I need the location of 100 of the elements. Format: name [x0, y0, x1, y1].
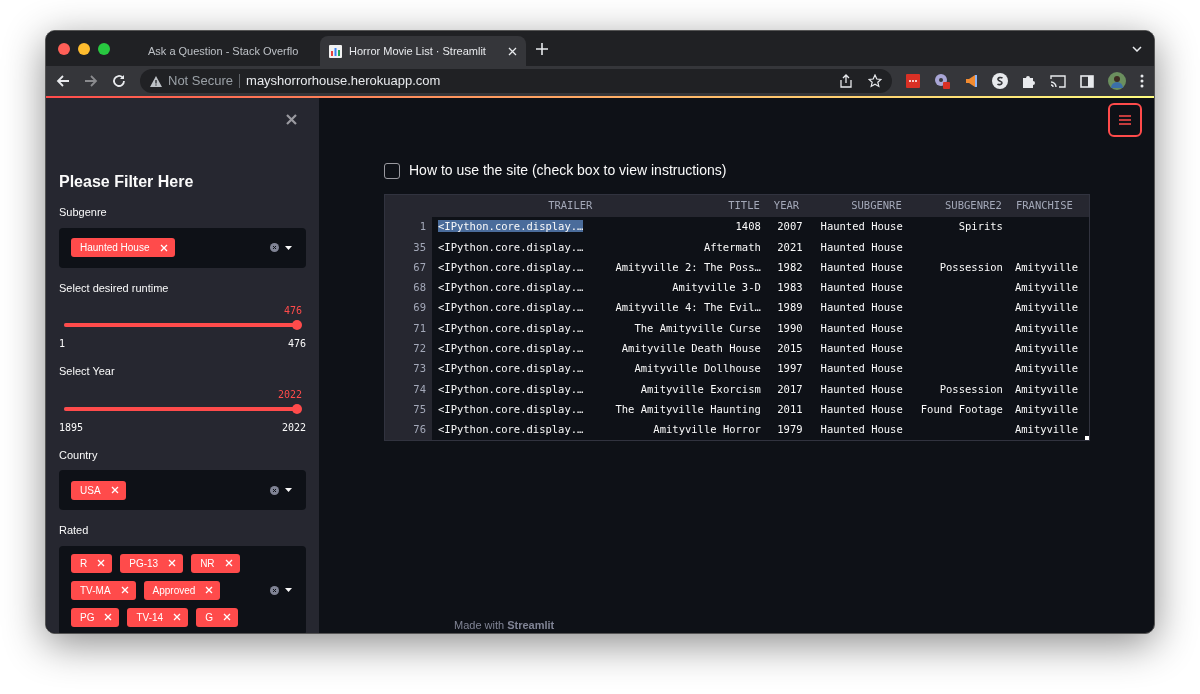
- dropdown-caret-icon[interactable]: [285, 245, 292, 250]
- slider-value: 476: [283, 304, 302, 318]
- remove-icon[interactable]: [97, 559, 106, 567]
- row-index: 76: [385, 419, 432, 441]
- table-cell: 1983: [777, 281, 803, 294]
- clear-icon[interactable]: [270, 243, 279, 252]
- table-cell: Amityville Horror: [653, 423, 761, 436]
- table-cell: Amityville: [1014, 402, 1079, 415]
- star-icon[interactable]: [868, 74, 882, 88]
- forward-icon[interactable]: [84, 74, 98, 88]
- remove-icon[interactable]: [222, 613, 231, 621]
- resize-handle[interactable]: [1085, 436, 1089, 441]
- filter-tag[interactable]: G: [196, 607, 238, 627]
- table-cell: 1990: [777, 321, 803, 334]
- close-icon[interactable]: [286, 114, 297, 125]
- table-cell: Haunted House: [820, 342, 903, 355]
- close-window-button[interactable]: [58, 42, 70, 55]
- filter-label: Subgenre: [59, 205, 108, 220]
- remove-icon[interactable]: [224, 559, 233, 567]
- table-cell: <IPython.core.display.…: [438, 362, 584, 375]
- table-cell: Amityville: [1014, 382, 1079, 395]
- dots-extension-icon[interactable]: [906, 74, 920, 88]
- row-index: 67: [385, 257, 432, 278]
- table-cell: Haunted House: [820, 382, 903, 395]
- table-cell: Haunted House: [820, 220, 903, 233]
- table-cell: 2017: [777, 382, 803, 395]
- table-cell: Haunted House: [820, 260, 903, 273]
- remove-icon[interactable]: [104, 613, 113, 621]
- dropdown-caret-icon[interactable]: [285, 488, 292, 492]
- table-cell: Possession: [939, 260, 1003, 273]
- slider-thumb[interactable]: [292, 320, 302, 330]
- slider-max: 476: [287, 337, 306, 351]
- table-cell: <IPython.core.display.…: [438, 423, 584, 436]
- table-cell: <IPython.core.display.…: [438, 240, 584, 253]
- slider-thumb[interactable]: [292, 403, 302, 414]
- multiselect-field[interactable]: Haunted House: [59, 227, 306, 268]
- back-icon[interactable]: [56, 74, 70, 88]
- filter-tag[interactable]: TV-MA: [71, 580, 136, 600]
- side-panel-icon[interactable]: [1080, 74, 1094, 88]
- avatar-icon[interactable]: [1108, 72, 1126, 90]
- instructions-checkbox[interactable]: [384, 162, 400, 179]
- filter-tag[interactable]: USA: [71, 480, 126, 500]
- column-header[interactable]: TRAILER: [432, 195, 600, 217]
- dropdown-caret-icon[interactable]: [285, 588, 292, 592]
- table-cell: 1989: [777, 301, 803, 314]
- s-extension-icon[interactable]: [992, 73, 1008, 89]
- column-header[interactable]: YEAR: [766, 195, 809, 217]
- filter-tag[interactable]: NR: [191, 553, 240, 573]
- remove-icon[interactable]: [120, 586, 129, 594]
- close-tab-icon[interactable]: [508, 46, 517, 56]
- megaphone-icon[interactable]: [964, 74, 978, 88]
- multiselect-field[interactable]: R PG-13 NR TV-MA Approved PG TV-14 G: [59, 545, 306, 633]
- filter-tag[interactable]: PG: [71, 607, 120, 627]
- maximize-window-button[interactable]: [98, 42, 110, 55]
- column-header[interactable]: TITLE: [599, 195, 767, 217]
- table-cell: The Amityville Haunting: [615, 402, 761, 415]
- column-header[interactable]: FRANCHISE: [1008, 195, 1089, 217]
- remove-icon[interactable]: [168, 559, 177, 567]
- bar-chart-icon: [329, 44, 342, 58]
- browser-tab[interactable]: Horror Movie List · Streamlit: [320, 36, 526, 66]
- filter-tag[interactable]: Approved: [143, 580, 221, 600]
- table-cell: Amityville Death House: [621, 342, 761, 355]
- clear-icon[interactable]: [270, 485, 279, 495]
- table-cell: 2015: [777, 342, 803, 355]
- remove-icon[interactable]: [110, 486, 119, 494]
- table-cell: Amityville: [1014, 301, 1079, 314]
- column-header[interactable]: SUBGENRE: [808, 195, 909, 217]
- table-cell: Amityville 3-D: [672, 281, 761, 294]
- disc-extension-icon[interactable]: [934, 73, 950, 89]
- hamburger-button[interactable]: [1108, 103, 1142, 137]
- table-cell: Haunted House: [820, 402, 903, 415]
- remove-icon[interactable]: [173, 613, 182, 621]
- table-cell: Amityville 2: The Poss…: [615, 260, 761, 273]
- share-icon[interactable]: [840, 74, 852, 88]
- table-cell: <IPython.core.display.…: [438, 321, 584, 334]
- remove-icon[interactable]: [205, 586, 214, 594]
- row-index: 1: [385, 217, 432, 238]
- security-label: Not Secure: [168, 72, 234, 91]
- remove-icon[interactable]: [159, 243, 168, 252]
- filter-tag[interactable]: TV-14: [127, 607, 189, 627]
- filter-tag[interactable]: R: [71, 553, 113, 573]
- new-tab-button[interactable]: [536, 42, 548, 55]
- filter-tag[interactable]: Haunted House: [71, 238, 175, 257]
- table-cell: <IPython.core.display.…: [438, 382, 584, 395]
- table-cell: The Amityville Curse: [634, 321, 761, 334]
- table-cell: Haunted House: [820, 321, 903, 334]
- browser-tab[interactable]: Ask a Question - Stack Overflo: [132, 36, 320, 66]
- cast-icon[interactable]: [1050, 74, 1066, 88]
- puzzle-icon[interactable]: [1022, 74, 1036, 88]
- menu-icon[interactable]: [1140, 74, 1144, 88]
- table-cell: Amityville: [1014, 321, 1079, 334]
- multiselect-field[interactable]: USA: [59, 470, 306, 510]
- footer-text: Made with Streamlit: [454, 618, 555, 633]
- filter-tag[interactable]: PG-13: [120, 553, 184, 573]
- minimize-window-button[interactable]: [78, 42, 90, 55]
- reload-icon[interactable]: [112, 74, 126, 88]
- column-header[interactable]: SUBGENRE2: [908, 195, 1009, 217]
- address-bar[interactable]: Not Secure mayshorrorhouse.herokuapp.com: [140, 69, 892, 93]
- tab-list-icon[interactable]: [1132, 46, 1142, 52]
- clear-icon[interactable]: [270, 585, 279, 595]
